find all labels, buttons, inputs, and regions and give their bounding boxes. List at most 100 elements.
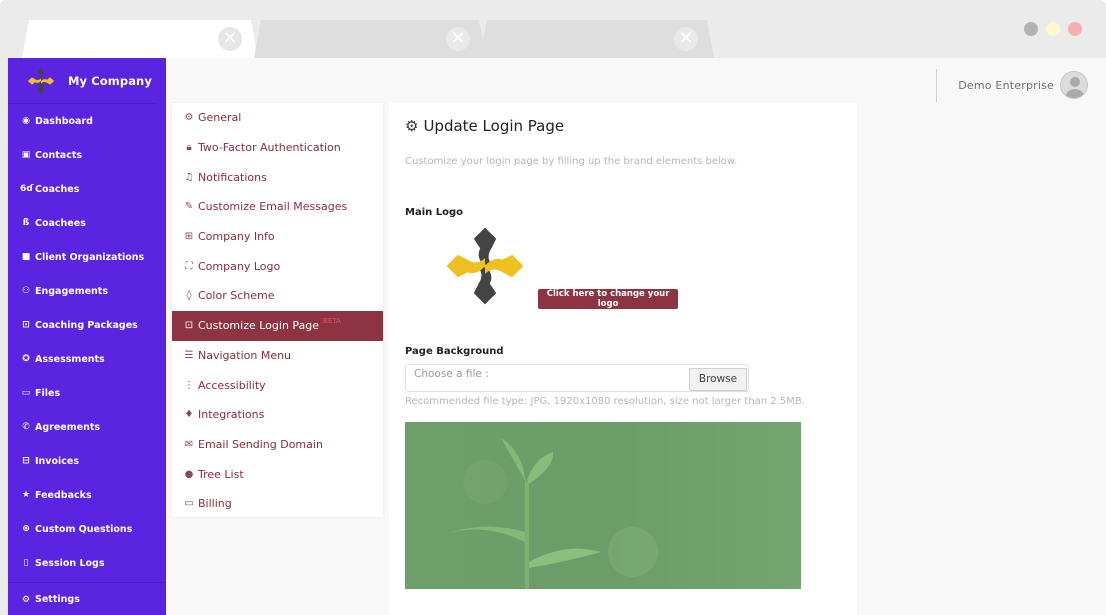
bell-icon: ♫ [184, 171, 194, 183]
page-title: ⚙ Update Login Page [405, 117, 841, 135]
main-logo-preview [446, 227, 524, 305]
page-title-text: Update Login Page [423, 117, 565, 135]
window-controls [1024, 22, 1082, 36]
sidebar-item-settings[interactable]: ⚙ Settings [8, 582, 166, 615]
brand[interactable]: My Company [8, 58, 156, 104]
settings-item-company-info[interactable]: ⊞ Company Info [172, 222, 383, 252]
sidebar-item-coachees[interactable]: ß Coachees [8, 206, 166, 240]
briefcase-icon: ⊞ [184, 231, 194, 243]
browser-tab-1[interactable]: ✕ [22, 20, 258, 58]
sidebar-item-label: Feedbacks [35, 489, 92, 501]
settings-item-color-scheme[interactable]: ◊ Color Scheme [172, 281, 383, 311]
inbox-icon: ⊡ [22, 320, 30, 330]
settings-item-tree-list[interactable]: ● Tree List [172, 459, 383, 489]
sidebar-item-client-organizations[interactable]: ■ Client Organizations [8, 240, 166, 274]
settings-item-company-logo[interactable]: ⛶ Company Logo [172, 251, 383, 281]
sidebar-item-contacts[interactable]: ▣ Contacts [8, 138, 166, 172]
contacts-icon: ▣ [21, 150, 31, 160]
minimize-window-button[interactable] [1024, 22, 1038, 36]
settings-item-label: General [198, 111, 242, 125]
settings-item-label: Email Sending Domain [198, 437, 323, 451]
sidebar-item-agreements[interactable]: ✆ Agreements [8, 410, 166, 444]
file-hint: Recommended file type: JPG, 1920x1080 re… [405, 396, 805, 407]
sidebar-item-label: Assessments [35, 353, 105, 365]
settings-item-integrations[interactable]: ♦ Integrations [172, 400, 383, 430]
browser-window: ✕ ✕ ✕ My Company ◉ Dashboard ▣ Contacts … [0, 0, 1106, 615]
page-background-label: Page Background [405, 346, 504, 357]
sign-in-icon: ⊡ [184, 320, 194, 332]
settings-item-notifications[interactable]: ♫ Notifications [172, 162, 383, 192]
sidebar-item-label: Engagements [35, 285, 109, 297]
envelope-icon: ✉ [184, 438, 194, 450]
settings-item-label: Navigation Menu [198, 348, 292, 362]
settings-item-label: Color Scheme [198, 289, 275, 303]
content-background [857, 100, 1106, 615]
settings-item-two-factor-authentication[interactable]: 🔒︎ Two-Factor Authentication [172, 133, 383, 163]
settings-item-label: Customize Login Page [198, 319, 320, 333]
close-tab-icon[interactable]: ✕ [446, 27, 470, 51]
maximize-window-button[interactable] [1046, 22, 1060, 36]
sidebar-item-label: Agreements [35, 421, 101, 433]
sidebar-item-custom-questions[interactable]: ⊕ Custom Questions [8, 512, 166, 546]
expand-icon: ⛶ [185, 260, 193, 272]
browse-button[interactable]: Browse [689, 367, 747, 391]
settings-item-billing[interactable]: ▭ Billing [172, 489, 383, 519]
refresh-icon: ✪ [22, 354, 30, 364]
sidebar-item-label: Coachees [35, 217, 86, 229]
sidebar-item-feedbacks[interactable]: ★ Feedbacks [8, 478, 166, 512]
user-menu[interactable]: Demo Enterprise [936, 68, 1088, 102]
settings-item-email-sending-domain[interactable]: ✉ Email Sending Domain [172, 430, 383, 460]
settings-item-label: Customize Email Messages [198, 200, 348, 214]
settings-item-label: Billing [198, 497, 232, 511]
close-window-button[interactable] [1068, 22, 1082, 36]
sidebar-item-label: Invoices [35, 455, 80, 467]
money-icon: ⊟ [22, 456, 30, 466]
sidebar-item-label: Coaches [35, 183, 80, 195]
sidebar-item-coaching-packages[interactable]: ⊡ Coaching Packages [8, 308, 166, 342]
header-divider [936, 68, 938, 102]
star-icon: ★ [21, 490, 31, 500]
settings-item-navigation-menu[interactable]: ☰ Navigation Menu [172, 341, 383, 371]
browser-tab-3[interactable]: ✕ [480, 20, 714, 58]
company-name: My Company [68, 73, 152, 88]
settings-item-label: Integrations [198, 408, 265, 422]
plant-image [445, 438, 658, 589]
pencil-icon: ✎ [184, 201, 194, 213]
sidebar-item-label: Dashboard [35, 115, 93, 127]
close-tab-icon[interactable]: ✕ [674, 27, 698, 51]
settings-item-label: Accessibility [198, 378, 266, 392]
sidebar-nav: ◉ Dashboard ▣ Contacts 6ɗ Coaches ß Coachees ■ Cl… [8, 104, 166, 615]
sidebar: My Company ◉ Dashboard ▣ Contacts 6ɗ Coaches ß… [8, 58, 166, 615]
settings-item-customize-email-messages[interactable]: ✎ Customize Email Messages [172, 192, 383, 222]
question-comment-icon: ⊕ [22, 524, 30, 534]
user-name[interactable]: Demo Enterprise [958, 79, 1054, 92]
sidebar-item-files[interactable]: ▭ Files [8, 376, 166, 410]
credit-card-icon: ▭ [184, 498, 194, 510]
change-logo-button[interactable]: Click here to change your logo [538, 289, 679, 309]
lock-icon: 🔒︎ [186, 142, 192, 154]
sidebar-item-session-logs[interactable]: ▯ Session Logs [8, 546, 166, 580]
close-tab-icon[interactable]: ✕ [218, 27, 242, 51]
settings-item-label: Two-Factor Authentication [198, 141, 341, 155]
page-subtitle: Customize your login page by filling up … [405, 156, 738, 167]
users-icon: ⚇ [21, 286, 31, 296]
tab-bar: ✕ ✕ ✕ [0, 0, 1106, 58]
glasses-icon: 6ɗ [20, 184, 34, 194]
plug-icon: ♦ [184, 409, 194, 421]
sidebar-item-invoices[interactable]: ⊟ Invoices [8, 444, 166, 478]
dashboard-icon: ◉ [22, 116, 30, 126]
background-file-input[interactable]: Choose a file : Browse [405, 364, 749, 392]
beta-badge: BETA [323, 316, 341, 325]
droplet-icon: ◊ [186, 290, 192, 302]
settings-item-accessibility[interactable]: ⋮ Accessibility [172, 370, 383, 400]
browser-tab-2[interactable]: ✕ [254, 20, 486, 58]
avatar[interactable] [1060, 71, 1088, 99]
settings-item-customize-login-page[interactable]: ⊡ Customize Login Page BETA [172, 310, 383, 341]
sidebar-item-assessments[interactable]: ✪ Assessments [8, 342, 166, 376]
gear-icon: ⚙ [21, 594, 31, 605]
sidebar-item-coaches[interactable]: 6ɗ Coaches [8, 172, 166, 206]
settings-item-general[interactable]: ⚙ General [172, 103, 383, 133]
sidebar-item-dashboard[interactable]: ◉ Dashboard [8, 104, 166, 138]
sidebar-item-label: Settings [35, 594, 80, 605]
sidebar-item-engagements[interactable]: ⚇ Engagements [8, 274, 166, 308]
